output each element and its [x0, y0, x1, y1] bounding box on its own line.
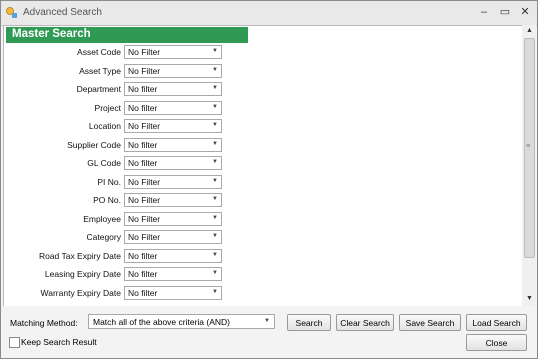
save-search-button[interactable]: Save Search [399, 314, 461, 331]
matching-method-label: Matching Method: [10, 318, 78, 328]
matching-method-select[interactable]: Match all of the above criteria (AND) ▼ [88, 314, 275, 329]
filter-value: No Filter [128, 213, 161, 224]
chevron-down-icon: ▼ [212, 85, 218, 91]
filter-row: Location No Filter ▼ [4, 119, 244, 134]
filter-value: No Filter [128, 232, 161, 242]
filter-select[interactable]: No Filter ▼ [124, 193, 222, 207]
scroll-down-icon[interactable]: ▼ [526, 295, 533, 302]
filter-label: PI No. [97, 176, 121, 187]
scroll-up-icon[interactable]: ▲ [526, 27, 533, 34]
keep-result-label: Keep Search Result [21, 337, 97, 347]
filter-label: Location [88, 121, 121, 131]
chevron-down-icon: ▼ [212, 177, 218, 184]
grip-icon: ≡ [526, 143, 531, 150]
filter-row: Leasing Expiry Date No filter ▼ [4, 267, 244, 282]
chevron-down-icon: ▼ [212, 66, 218, 73]
filter-value: No filter [128, 139, 158, 150]
filter-row: Project No filter ▼ [4, 100, 244, 116]
vertical-scrollbar[interactable]: ▲ ≡ ▼ [522, 25, 536, 306]
filter-select[interactable]: No Filter ▼ [124, 119, 222, 133]
filter-row: PO No. No Filter ▼ [4, 193, 244, 208]
filter-row: Supplier Code No filter ▼ [4, 137, 244, 153]
filter-row: PI No. No Filter ▼ [4, 174, 244, 190]
advanced-search-window: Advanced Search – ▭ ✕ Master Search Asse… [0, 0, 538, 359]
filter-value: No Filter [128, 121, 161, 131]
filter-row: Employee No Filter ▼ [4, 211, 244, 227]
maximize-icon[interactable]: ▭ [498, 5, 512, 19]
filter-label: Department [76, 84, 121, 94]
filter-select[interactable]: No filter ▼ [124, 156, 222, 170]
chevron-down-icon: ▼ [212, 140, 218, 147]
filter-value: No filter [128, 158, 158, 168]
filter-label: Employee [83, 213, 121, 224]
scrollbar-thumb[interactable]: ≡ [524, 38, 535, 258]
filter-label: Asset Code [77, 47, 121, 57]
search-button[interactable]: Search [287, 314, 331, 331]
title-bar[interactable]: Advanced Search – ▭ ✕ [1, 1, 537, 26]
chevron-down-icon: ▼ [212, 214, 218, 221]
filter-value: No filter [128, 84, 158, 94]
clear-search-button[interactable]: Clear Search [336, 314, 394, 331]
filter-value: No filter [128, 102, 158, 113]
filter-select[interactable]: No filter ▼ [124, 137, 222, 152]
filter-value: No filter [128, 269, 158, 279]
chevron-down-icon: ▼ [212, 122, 218, 128]
filter-row: Warranty Expiry Date No filter ▼ [4, 285, 244, 301]
filter-select[interactable]: No filter ▼ [124, 267, 222, 281]
chevron-down-icon: ▼ [264, 318, 270, 324]
filter-row: Road Tax Expiry Date No filter ▼ [4, 248, 244, 264]
filter-panel: Master Search Asset Code No Filter ▼ Asset … [3, 25, 523, 307]
keep-result-checkbox[interactable] [9, 337, 20, 348]
filter-select[interactable]: No filter ▼ [124, 285, 222, 300]
filter-label: Supplier Code [67, 139, 121, 150]
app-icon [6, 7, 17, 18]
master-search-header: Master Search [6, 27, 248, 43]
filter-row: Department No filter ▼ [4, 82, 244, 97]
filter-value: No Filter [128, 65, 161, 76]
chevron-down-icon: ▼ [212, 196, 218, 202]
minimize-icon[interactable]: – [477, 5, 491, 19]
filter-select[interactable]: No Filter ▼ [124, 211, 222, 226]
filter-label: GL Code [87, 158, 121, 168]
close-icon[interactable]: ✕ [518, 5, 532, 19]
filter-select[interactable]: No Filter ▼ [124, 45, 222, 59]
filter-select[interactable]: No Filter ▼ [124, 174, 222, 189]
matching-method-value: Match all of the above criteria (AND) [93, 317, 230, 327]
chevron-down-icon: ▼ [212, 233, 218, 239]
filter-select[interactable]: No filter ▼ [124, 248, 222, 263]
filter-value: No Filter [128, 47, 161, 57]
filter-label: Asset Type [79, 65, 121, 76]
filter-select[interactable]: No filter ▼ [124, 82, 222, 96]
close-button[interactable]: Close [466, 334, 527, 351]
filter-label: Warranty Expiry Date [40, 287, 121, 298]
filter-select[interactable]: No filter ▼ [124, 100, 222, 115]
filter-label: Road Tax Expiry Date [38, 250, 121, 261]
filter-select[interactable]: No Filter ▼ [124, 230, 222, 244]
master-search-title: Master Search [12, 28, 91, 40]
filter-value: No filter [128, 287, 158, 298]
load-search-button[interactable]: Load Search [466, 314, 527, 331]
filter-label: Leasing Expiry Date [44, 269, 121, 279]
filter-row: GL Code No filter ▼ [4, 156, 244, 171]
chevron-down-icon: ▼ [212, 48, 218, 54]
chevron-down-icon: ▼ [212, 251, 218, 258]
filter-value: No filter [128, 250, 158, 261]
filter-label: PO No. [93, 195, 121, 205]
filter-row: Asset Type No Filter ▼ [4, 63, 244, 79]
filter-row: Asset Code No Filter ▼ [4, 45, 244, 60]
chevron-down-icon: ▼ [212, 288, 218, 295]
filter-row: Category No Filter ▼ [4, 230, 244, 245]
window-title: Advanced Search [23, 7, 102, 18]
bottom-toolbar: Matching Method: Match all of the above … [1, 306, 537, 358]
chevron-down-icon: ▼ [212, 103, 218, 110]
filter-select[interactable]: No Filter ▼ [124, 63, 222, 78]
chevron-down-icon: ▼ [212, 159, 218, 165]
chevron-down-icon: ▼ [212, 270, 218, 276]
filter-label: Category [86, 232, 122, 242]
filter-value: No Filter [128, 176, 161, 187]
filter-value: No Filter [128, 195, 161, 205]
filter-label: Project [94, 102, 121, 113]
